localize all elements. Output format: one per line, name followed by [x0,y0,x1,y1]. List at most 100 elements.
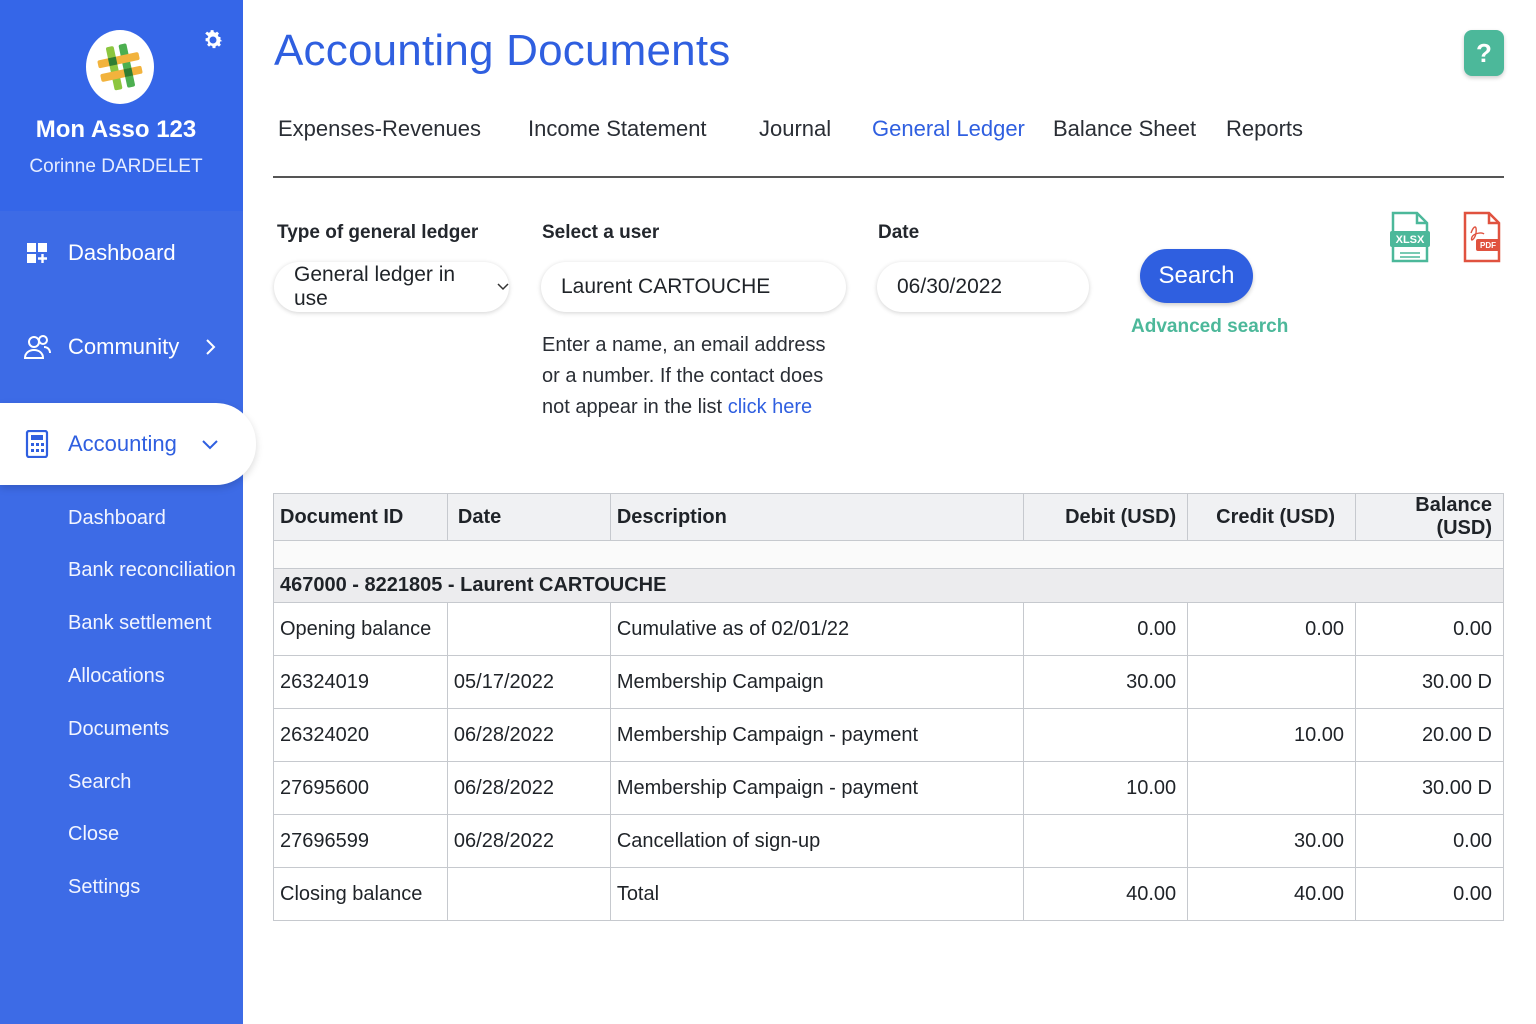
table-row: Closing balance Total 40.00 40.00 0.00 [273,867,1504,921]
subnav-close[interactable]: Close [68,823,119,846]
table-row[interactable]: Opening balance Cumulative as of 02/01/2… [273,602,1504,656]
col-header-date[interactable]: Date [446,493,611,541]
date-field[interactable]: 06/30/2022 [877,262,1089,312]
cell-description: Membership Campaign - payment [609,708,1025,762]
cell-doc-id: Opening balance [273,602,448,656]
cell-debit: 40.00 [1023,867,1189,921]
cell-date: 06/28/2022 [446,814,611,868]
cell-balance: 0.00 [1355,814,1504,868]
tab-journal[interactable]: Journal [759,116,831,142]
date-label: Date [878,222,920,243]
tab-balance-sheet[interactable]: Balance Sheet [1053,116,1196,142]
cell-debit [1023,814,1189,868]
cell-credit: 30.00 [1187,814,1357,868]
cell-date: 05/17/2022 [446,655,611,709]
date-value: 06/30/2022 [897,275,1003,298]
subnav-bank-settlement[interactable]: Bank settlement [68,612,211,635]
table-spacer-row [273,540,1504,569]
cell-debit: 0.00 [1023,602,1189,656]
cell-debit: 10.00 [1023,761,1189,815]
cell-doc-id[interactable]: 26324019 [273,655,448,709]
nav-accounting[interactable]: Accounting [0,403,256,485]
cell-doc-id[interactable]: 27696599 [273,814,448,868]
subnav-search[interactable]: Search [68,771,131,794]
col-header-debit[interactable]: Debit (USD) [1023,493,1189,541]
subnav-documents[interactable]: Documents [68,718,169,741]
help-button[interactable]: ? [1464,30,1504,76]
gear-icon[interactable] [199,26,227,54]
ledger-type-label: Type of general ledger [277,222,479,243]
cell-date: 06/28/2022 [446,761,611,815]
table-row[interactable]: 27696599 06/28/2022 Cancellation of sign… [273,814,1504,868]
tab-general-ledger[interactable]: General Ledger [872,116,1025,142]
tab-reports[interactable]: Reports [1226,116,1303,142]
col-header-balance[interactable]: Balance (USD) [1355,493,1504,541]
chevron-right-icon [200,337,220,357]
tabs-divider [273,176,1504,178]
tab-income-statement[interactable]: Income Statement [528,116,707,142]
nav-community-label: Community [68,334,180,359]
cell-description: Cancellation of sign-up [609,814,1025,868]
sidebar: Mon Asso 123 Corinne DARDELET Dashboard … [0,0,256,1024]
cell-date [446,867,611,921]
nav-community[interactable]: Community [0,315,243,379]
cell-credit: 10.00 [1187,708,1357,762]
user-select-input[interactable]: Laurent CARTOUCHE [541,262,846,312]
click-here-link[interactable]: click here [728,396,812,418]
cell-date: 06/28/2022 [446,708,611,762]
sidebar-header: Mon Asso 123 Corinne DARDELET [0,0,243,211]
xlsx-export-icon[interactable]: XLSX [1390,211,1430,263]
cell-doc-id[interactable]: 26324020 [273,708,448,762]
page-title: Accounting Documents [274,26,731,75]
cell-credit [1187,655,1357,709]
search-button[interactable]: Search [1140,249,1253,303]
advanced-search-link[interactable]: Advanced search [1131,316,1288,338]
cell-description: Cumulative as of 02/01/22 [609,602,1025,656]
nav-dashboard-label: Dashboard [68,240,176,265]
org-logo[interactable] [86,30,154,104]
subnav-allocations[interactable]: Allocations [68,665,165,688]
cell-date [446,602,611,656]
cell-debit: 30.00 [1023,655,1189,709]
cell-description: Total [609,867,1025,921]
general-ledger-table: Document ID Date Description Debit (USD)… [273,493,1504,921]
xlsx-label: XLSX [1396,234,1425,246]
subnav-dashboard[interactable]: Dashboard [68,507,166,530]
table-row[interactable]: 26324019 05/17/2022 Membership Campaign … [273,655,1504,709]
cell-balance: 0.00 [1355,602,1504,656]
pdf-export-icon[interactable]: PDF [1462,211,1502,263]
col-header-document-id[interactable]: Document ID [273,493,448,541]
chevron-down-icon [200,434,220,454]
cell-balance: 0.00 [1355,867,1504,921]
table-row[interactable]: 27695600 06/28/2022 Membership Campaign … [273,761,1504,815]
org-name: Mon Asso 123 [35,116,197,143]
user-select-value: Laurent CARTOUCHE [561,275,771,298]
tab-expenses-revenues[interactable]: Expenses-Revenues [278,116,481,142]
dashboard-icon [23,239,51,267]
users-icon [23,333,51,361]
col-header-credit[interactable]: Credit (USD) [1187,493,1357,541]
account-group-row: 467000 - 8221805 - Laurent CARTOUCHE [273,568,1504,603]
user-name: Corinne DARDELET [29,156,203,177]
calculator-icon [23,430,51,458]
subnav-settings[interactable]: Settings [68,876,140,899]
cell-credit: 40.00 [1187,867,1357,921]
cell-credit [1187,761,1357,815]
table-row[interactable]: 26324020 06/28/2022 Membership Campaign … [273,708,1504,762]
cell-debit [1023,708,1189,762]
cell-description: Membership Campaign - payment [609,761,1025,815]
user-select-label: Select a user [542,222,660,243]
subnav-bank-reconciliation[interactable]: Bank reconciliation [68,559,236,582]
cell-doc-id[interactable]: 27695600 [273,761,448,815]
col-header-description[interactable]: Description [609,493,1025,541]
cell-balance: 30.00 D [1355,761,1504,815]
table-header-row: Document ID Date Description Debit (USD)… [273,493,1504,541]
cell-balance: 30.00 D [1355,655,1504,709]
chevron-down-icon [497,283,509,291]
nav-dashboard[interactable]: Dashboard [0,221,243,285]
cell-description: Membership Campaign [609,655,1025,709]
spacer-cell [273,540,1504,569]
account-group-label: 467000 - 8221805 - Laurent CARTOUCHE [273,568,1504,603]
ledger-type-select[interactable]: General ledger in use [274,262,509,312]
ledger-type-value: General ledger in use [294,263,456,310]
